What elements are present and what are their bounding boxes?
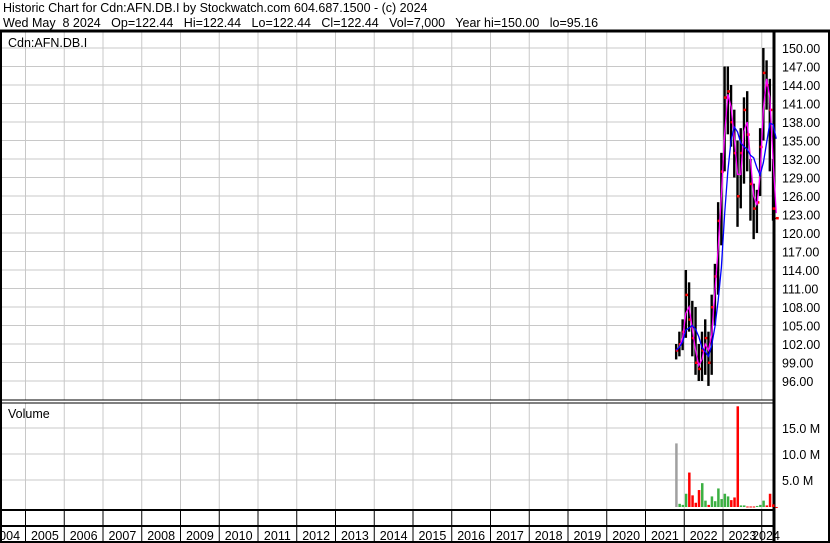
year-label: 2019: [573, 529, 601, 543]
volume-bar: [723, 493, 727, 507]
price-tick-label: 114.00: [782, 264, 819, 278]
price-tick-label: 123.00: [782, 209, 820, 223]
price-tick-label: 138.00: [782, 116, 820, 130]
year-label: 2020: [612, 529, 640, 543]
volume-bar: [730, 500, 733, 507]
volume-bar: [739, 505, 743, 507]
year-label: 2014: [380, 529, 408, 543]
close-marker: [775, 216, 779, 220]
price-tick-label: 120.00: [782, 227, 820, 241]
stock-chart: 150.00 147.00 144.00 141.00 138.00 135.00 132.…: [0, 29, 830, 543]
volume-bar: [759, 504, 762, 507]
year-label: 2008: [147, 529, 175, 543]
volume-bar: [681, 504, 685, 507]
price-tick-label: 135.00: [782, 135, 820, 149]
year-label: 2010: [225, 529, 253, 543]
year-label: 2005: [31, 529, 59, 543]
chart-frame: [0, 30, 830, 543]
close-marker: [772, 207, 776, 210]
year-label: 2007: [108, 529, 136, 543]
price-tick-label: 129.00: [782, 172, 820, 186]
price-tick-label: 117.00: [782, 246, 819, 260]
volume-tick-label: 5.0 M: [782, 474, 813, 488]
volume-bar: [694, 502, 698, 507]
year-label: 2024: [752, 529, 780, 543]
year-label: 2004: [0, 529, 20, 543]
year-label: 2006: [70, 529, 98, 543]
volume-bar: [713, 501, 717, 507]
price-tick-label: 126.00: [782, 190, 820, 204]
price-tick-label: 108.00: [782, 301, 820, 315]
volume-bar: [775, 506, 778, 508]
price-tick-label: 147.00: [782, 61, 820, 75]
volume-tick-label: 15.0 M: [782, 422, 820, 436]
volume-bar: [717, 488, 720, 507]
price-tick-label: 96.00: [782, 375, 813, 389]
year-label: 2021: [651, 529, 679, 543]
year-label: 2015: [418, 529, 446, 543]
volume-bar: [697, 490, 701, 507]
volume-bar: [688, 472, 691, 507]
volume-bar: [746, 506, 749, 508]
volume-bar: [752, 506, 756, 508]
price-tick-label: 111.00: [782, 283, 818, 297]
volume-bar: [700, 483, 704, 507]
year-label: 2022: [690, 529, 718, 543]
volume-bar: [768, 493, 772, 507]
price-bar: [707, 331, 710, 386]
volume-bar: [736, 406, 740, 507]
price-bar: [736, 140, 739, 227]
volume-bar: [762, 500, 765, 507]
volume-bar: [707, 504, 710, 507]
volume-bar: [733, 497, 736, 507]
year-label: 2009: [186, 529, 214, 543]
volume-bar: [675, 443, 678, 507]
year-label: 2016: [457, 529, 485, 543]
volume-bar: [742, 505, 746, 507]
volume-bar: [678, 503, 681, 507]
volume-label: Volume: [8, 407, 50, 421]
price-tick-label: 150.00: [782, 42, 820, 56]
volume-bar: [691, 495, 694, 507]
symbol-label: Cdn:AFN.DB.I: [8, 36, 87, 50]
volume-bar: [726, 496, 730, 507]
volume-bar: [710, 496, 714, 507]
volume-bar: [684, 493, 688, 507]
volume-bar: [749, 506, 752, 508]
year-label: 2017: [496, 529, 524, 543]
price-tick-label: 144.00: [782, 79, 820, 93]
price-bar: [674, 344, 678, 360]
volume-bar: [755, 505, 759, 507]
volume-tick-label: 10.0 M: [782, 448, 820, 462]
year-label: 2013: [341, 529, 369, 543]
price-tick-label: 99.00: [782, 357, 813, 371]
price-bar: [684, 270, 688, 338]
volume-bar: [704, 500, 707, 507]
year-label: 2018: [535, 529, 563, 543]
price-tick-label: 102.00: [782, 338, 820, 352]
volume-bar: [765, 505, 769, 507]
year-label: 2012: [302, 529, 330, 543]
volume-bar: [720, 499, 723, 507]
price-tick-label: 105.00: [782, 320, 820, 334]
price-tick-label: 132.00: [782, 153, 820, 167]
year-label: 2011: [264, 529, 291, 543]
volume-bar: [772, 504, 775, 507]
price-tick-label: 141.00: [782, 98, 820, 112]
